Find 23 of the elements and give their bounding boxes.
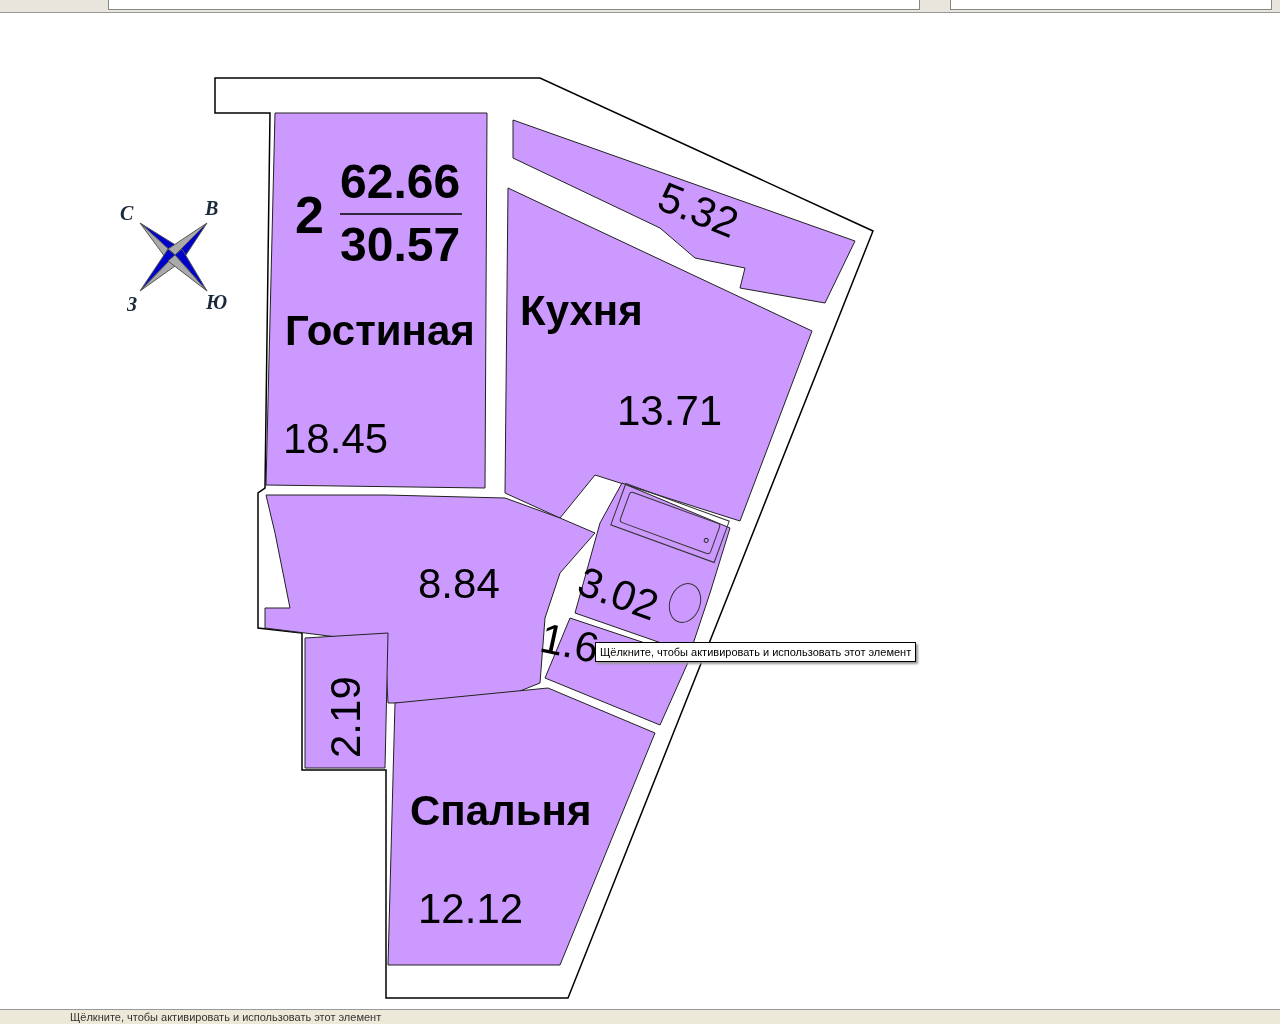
room-area-label: 3.02 [571, 557, 665, 630]
room-area-label: 18.45 [283, 415, 389, 462]
compass-rose-icon [139, 222, 208, 292]
room-name: Кухня [520, 287, 643, 334]
room-name: Спальня [410, 787, 592, 834]
address-field[interactable] [108, 0, 920, 10]
room-area-label: 13.71 [617, 387, 723, 434]
tooltip: Щёлкните, чтобы активировать и использовать этот элемент [595, 642, 917, 662]
compass-east-label: В [205, 197, 219, 219]
status-text: Щёлкните, чтобы активировать и использовать этот элемент [69, 1010, 383, 1024]
room-name: Гостиная [285, 307, 475, 354]
toilet-drawing [668, 583, 702, 623]
rooms-count: 2 [295, 186, 324, 244]
room-area-label: 2.19 [322, 676, 369, 758]
living-area: 30.57 [340, 218, 461, 271]
search-field[interactable] [950, 0, 1272, 10]
compass-south-label: Ю [206, 291, 228, 313]
room-area-label: 5.32 [651, 172, 746, 247]
total-area: 62.66 [340, 155, 461, 208]
room-area-label: 8.84 [418, 560, 500, 607]
compass-north-label: С [120, 202, 134, 224]
room-area-label: 12.12 [418, 885, 524, 932]
compass-west-label: З [127, 293, 138, 315]
